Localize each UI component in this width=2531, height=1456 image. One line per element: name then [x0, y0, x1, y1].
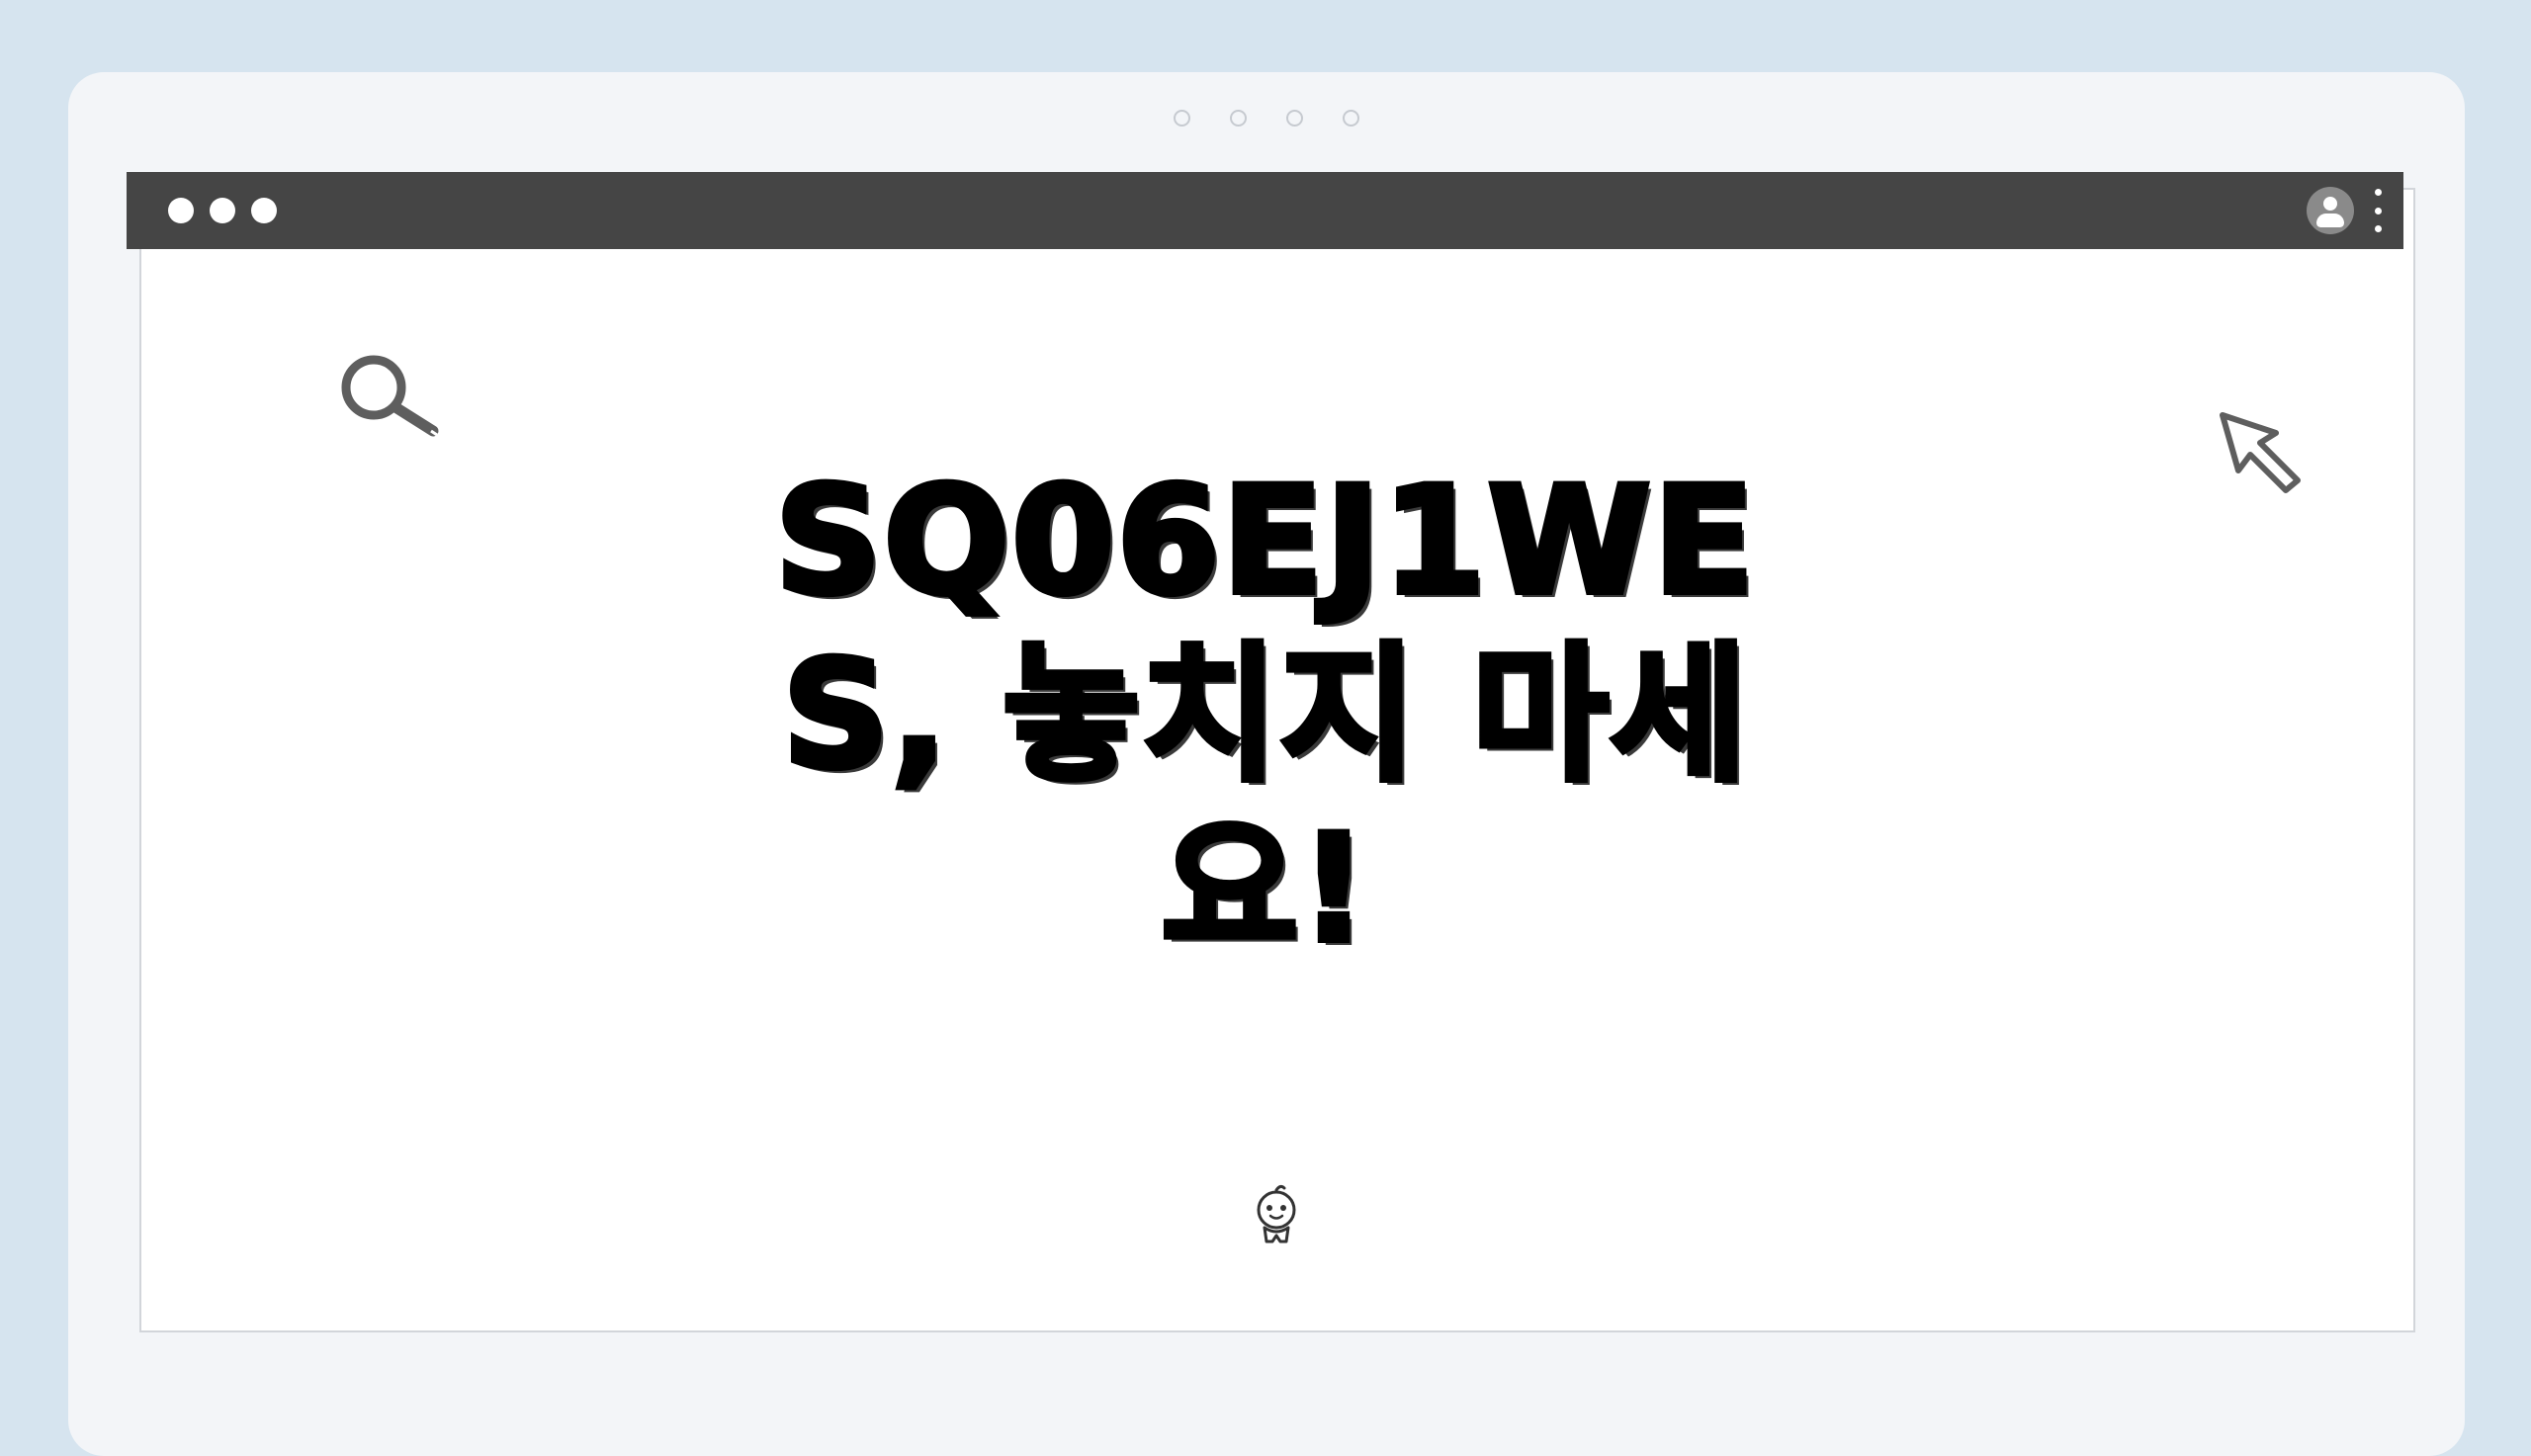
- kebab-dot: [2374, 207, 2382, 214]
- kebab-dot: [2374, 225, 2382, 232]
- device-camera-dots: [68, 110, 2465, 127]
- page-title: SQ06EJ1WES, 놓치지 마세요!: [772, 453, 1758, 979]
- camera-dot: [1230, 110, 1247, 127]
- window-controls: [168, 198, 277, 223]
- window-titlebar: [127, 172, 2403, 249]
- kebab-dot: [2374, 189, 2382, 196]
- minimize-button[interactable]: [210, 198, 235, 223]
- close-button[interactable]: [168, 198, 194, 223]
- camera-dot: [1174, 110, 1190, 127]
- camera-dot: [1286, 110, 1303, 127]
- search-icon: [341, 355, 439, 437]
- avatar-icon[interactable]: [2307, 187, 2354, 234]
- kebab-menu-icon[interactable]: [2374, 189, 2382, 232]
- maximize-button[interactable]: [251, 198, 277, 223]
- mascot-icon: [1257, 1184, 1296, 1243]
- avatar-shoulders: [2316, 214, 2344, 227]
- avatar-head: [2323, 197, 2337, 211]
- cursor-icon: [2220, 412, 2301, 493]
- camera-dot: [1343, 110, 1359, 127]
